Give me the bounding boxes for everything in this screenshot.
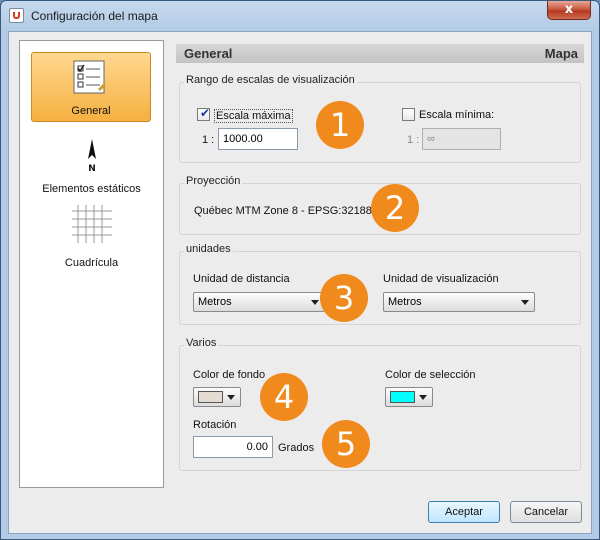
sidebar-item-label: Elementos estáticos: [42, 183, 141, 195]
units-group: unidades Unidad de distancia Metros Unid…: [179, 243, 581, 325]
section-header: General Mapa: [176, 44, 584, 63]
distance-unit-select[interactable]: Metros: [193, 292, 325, 312]
selection-color-label: Color de selección: [385, 369, 476, 381]
chevron-down-icon: [521, 300, 529, 305]
chevron-down-icon: [227, 395, 235, 400]
callout-badge-4: 4: [260, 373, 308, 421]
min-scale-label: Escala mínima:: [419, 109, 495, 121]
max-scale-label: Escala máxima: [214, 109, 293, 123]
accept-button[interactable]: Aceptar: [428, 501, 500, 523]
min-scale-input[interactable]: ∞: [422, 128, 501, 150]
callout-badge-3: 3: [320, 274, 368, 322]
selection-color-picker[interactable]: [385, 387, 433, 407]
group-title: unidades: [184, 243, 233, 255]
section-context: Mapa: [544, 46, 578, 61]
dialog-window: Configuración del mapa x General N Eleme…: [0, 0, 600, 540]
rotation-input[interactable]: 0.00: [193, 436, 273, 458]
projection-value: Québec MTM Zone 8 - EPSG:32188: [194, 205, 372, 217]
sidebar-item-label: General: [71, 105, 111, 117]
group-title: Proyección: [184, 175, 243, 187]
sidebar: General N Elementos estáticos Cuadrícula: [19, 40, 164, 488]
sidebar-item-grid[interactable]: Cuadrícula: [20, 203, 163, 273]
north-arrow-icon: N: [88, 139, 96, 173]
scale-range-group: Rango de escalas de visualización ✔ Esca…: [179, 74, 581, 163]
background-color-picker[interactable]: [193, 387, 241, 407]
display-unit-label: Unidad de visualización: [383, 273, 499, 285]
background-color-label: Color de fondo: [193, 369, 266, 381]
misc-group: Varios Color de fondo Color de selección…: [179, 337, 581, 471]
rotation-unit: Grados: [278, 442, 315, 454]
min-scale-prefix: 1 :: [407, 134, 420, 146]
callout-badge-2: 2: [371, 184, 419, 232]
selection-color-swatch: [390, 391, 415, 403]
background-color-swatch: [198, 391, 223, 403]
distance-unit-value: Metros: [198, 296, 232, 308]
sidebar-item-label: Cuadrícula: [64, 257, 119, 269]
close-button[interactable]: x: [547, 1, 591, 20]
max-scale-prefix: 1 :: [202, 134, 215, 146]
min-scale-checkbox[interactable]: [402, 108, 415, 121]
sidebar-item-static-elements[interactable]: N Elementos estáticos: [20, 137, 163, 207]
distance-unit-label: Unidad de distancia: [193, 273, 290, 285]
display-unit-select[interactable]: Metros: [383, 292, 535, 312]
dialog-client-area: General N Elementos estáticos Cuadrícula…: [8, 31, 592, 534]
cancel-button[interactable]: Cancelar: [510, 501, 582, 523]
grid-icon: [72, 205, 112, 243]
group-title: Varios: [184, 337, 219, 349]
max-scale-checkbox[interactable]: ✔: [197, 106, 210, 121]
svg-text:N: N: [88, 164, 96, 173]
java-app-icon: [9, 8, 24, 23]
chevron-down-icon: [419, 395, 427, 400]
max-scale-input[interactable]: 1000.00: [218, 128, 298, 150]
rotation-label: Rotación: [193, 419, 237, 431]
title-bar: Configuración del mapa x: [1, 1, 599, 31]
window-title: Configuración del mapa: [31, 9, 158, 23]
display-unit-value: Metros: [388, 296, 422, 308]
group-title: Rango de escalas de visualización: [184, 74, 357, 86]
checklist-icon: [73, 60, 106, 94]
chevron-down-icon: [311, 300, 319, 305]
callout-badge-5: 5: [322, 420, 370, 468]
callout-badge-1: 1: [316, 101, 364, 149]
sidebar-item-general[interactable]: General: [31, 52, 151, 122]
section-title: General: [184, 46, 233, 61]
